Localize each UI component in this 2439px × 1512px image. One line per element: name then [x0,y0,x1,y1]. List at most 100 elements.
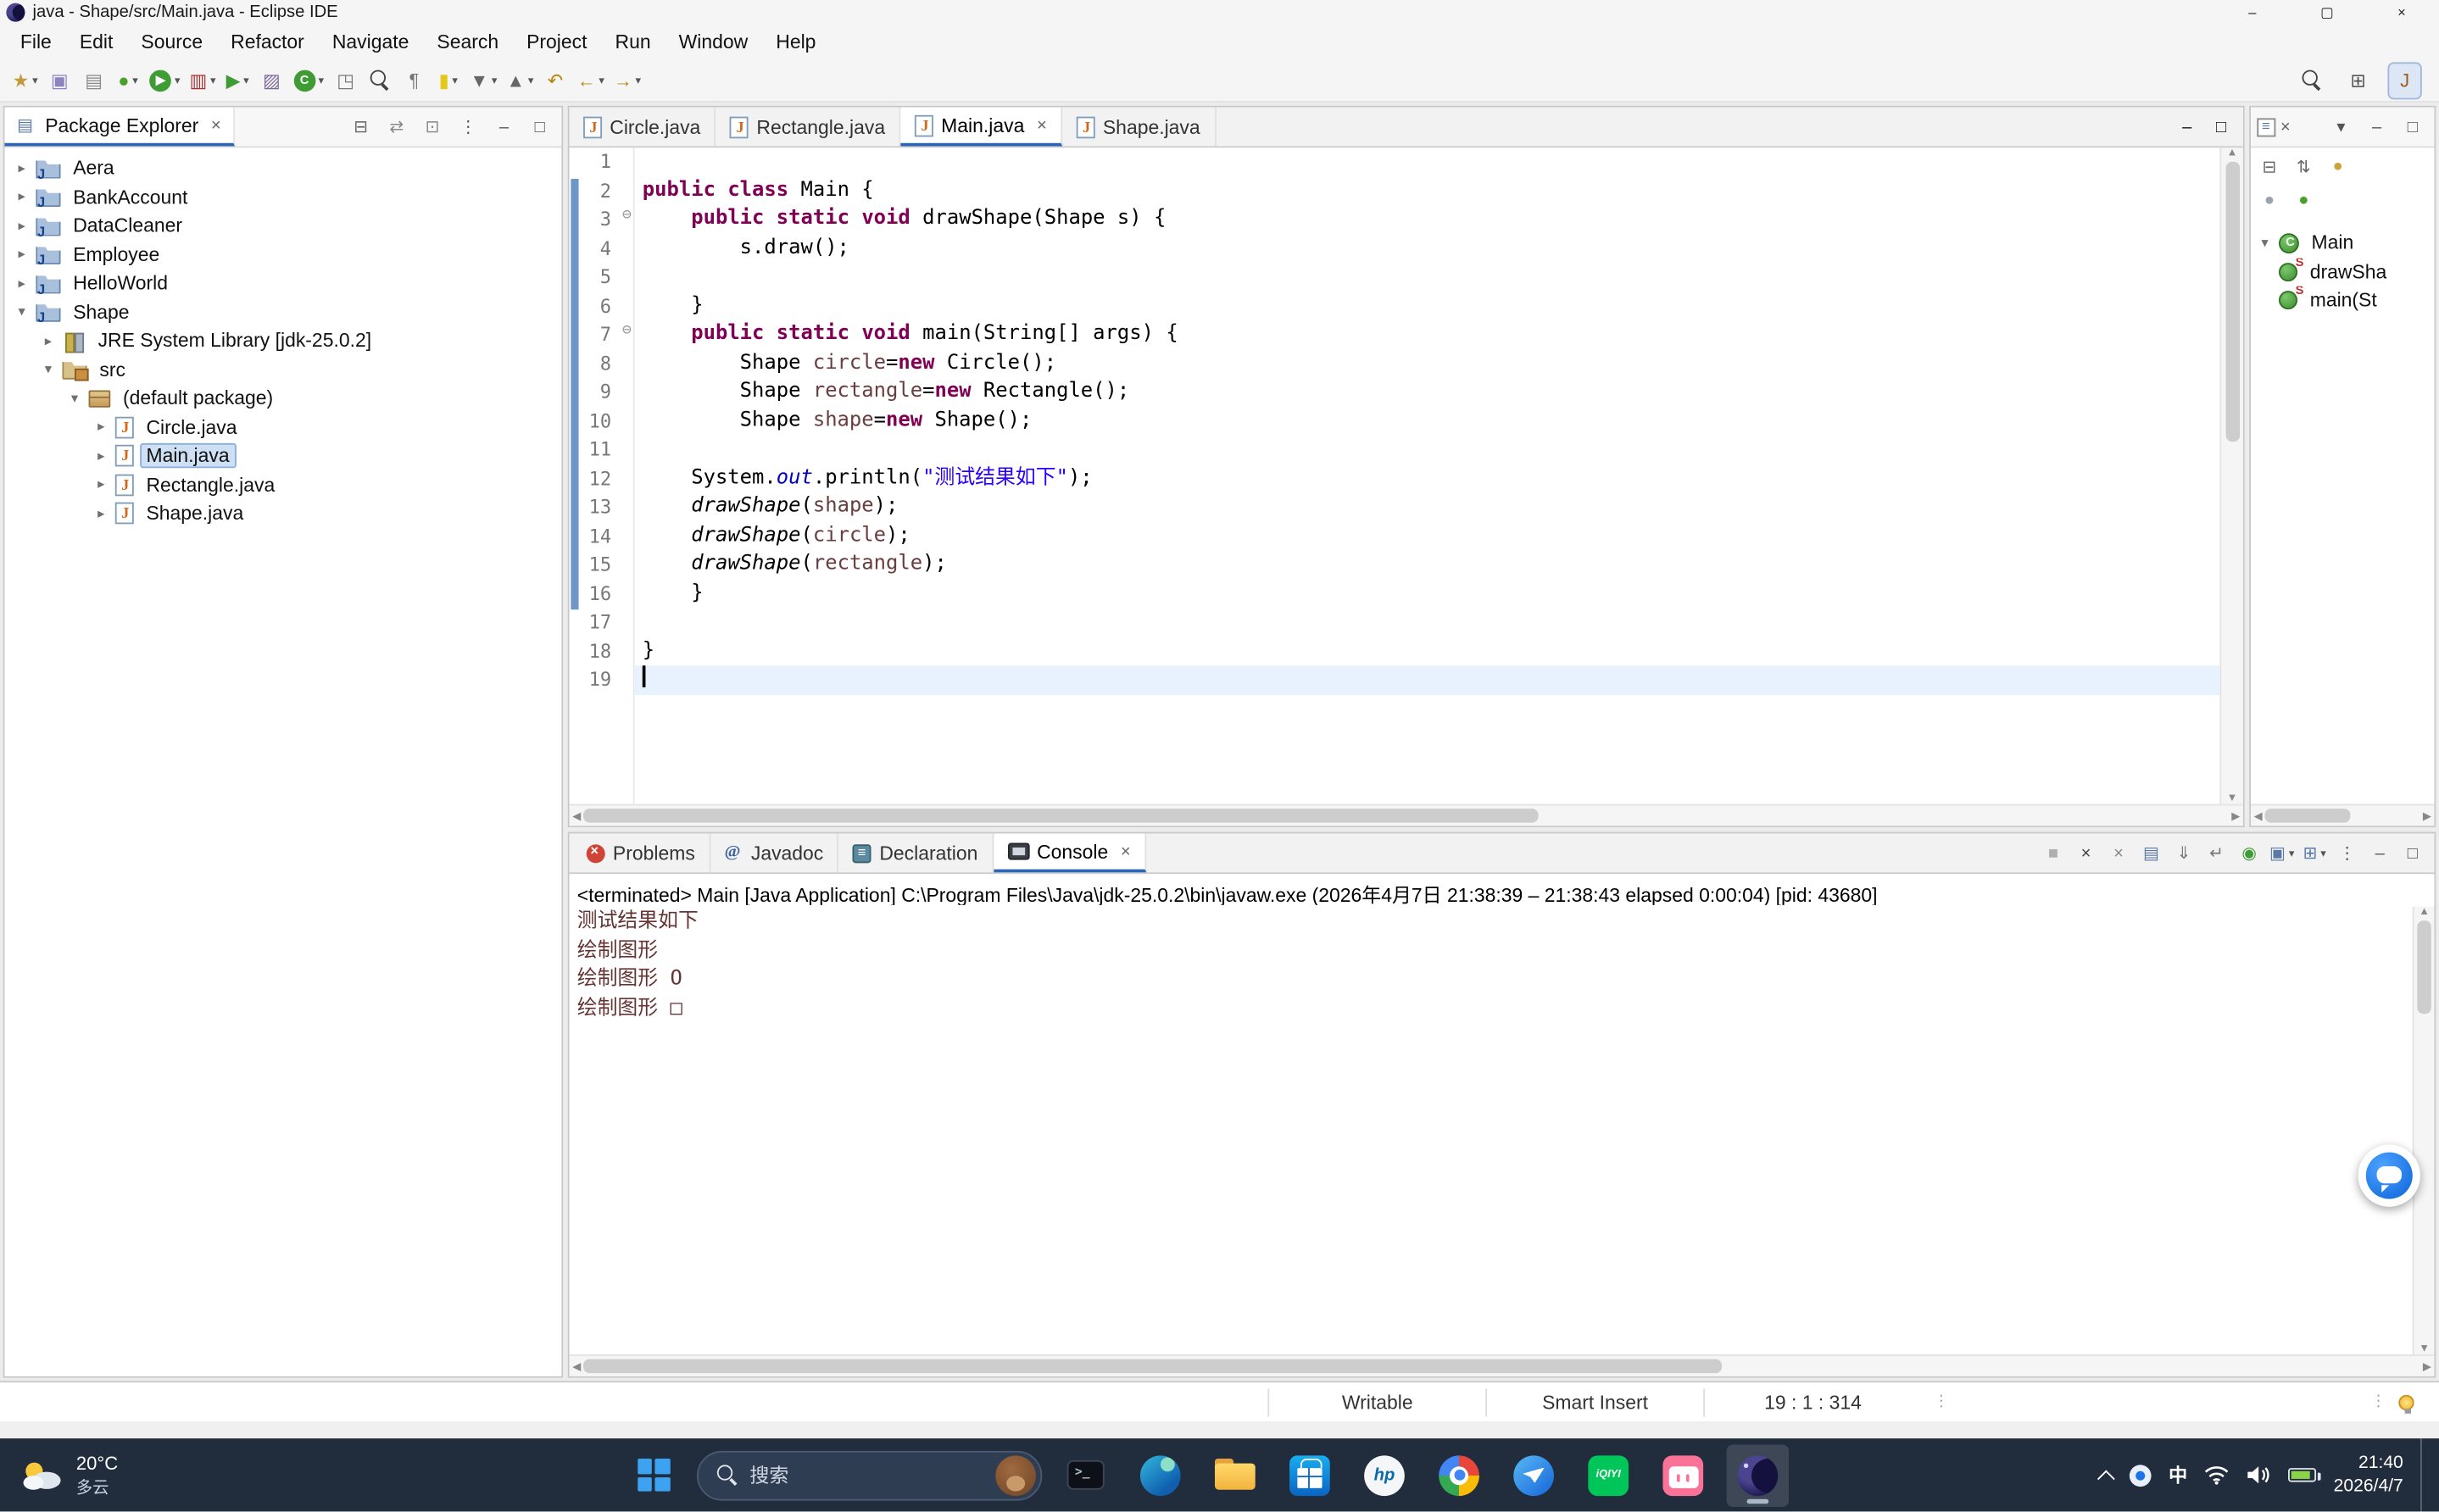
menu-help[interactable]: Help [762,28,830,56]
minimize-icon[interactable]: – [2364,837,2396,869]
code-line-1[interactable] [643,147,2220,176]
hide-non-public-icon[interactable]: ● [2288,185,2319,216]
chevron-right-icon[interactable]: ▸ [41,332,56,349]
tree-item-shape-java[interactable]: ▸Shape.java [5,499,562,528]
view-menu-icon[interactable]: ⋮ [453,111,484,142]
pin-console-icon[interactable]: ◉ [2234,837,2265,869]
tree-item-default-package[interactable]: ▾(default package) [5,384,562,413]
menu-edit[interactable]: Edit [65,28,127,56]
menu-run[interactable]: Run [601,28,665,56]
tab-console[interactable]: Console× [994,833,1146,872]
search-highlight-image[interactable] [995,1455,1036,1496]
window-maximize-button[interactable]: ▢ [2290,0,2364,25]
code-line-10[interactable]: Shape shape=new Shape(); [643,407,2220,436]
chevron-right-icon[interactable]: ▸ [14,160,30,177]
chevron-right-icon[interactable]: ▸ [14,217,30,234]
fold-marker-icon[interactable]: ⊖ [622,324,632,339]
console-vertical-scrollbar[interactable]: ▲ ▼ [2413,907,2435,1354]
scrollbar-thumb[interactable] [584,809,1538,823]
hide-static-members-icon[interactable]: ● [2254,185,2286,216]
package-explorer-tab[interactable]: ▤ Package Explorer × [5,108,236,147]
show-whitespace-icon[interactable]: ¶ [398,63,430,97]
tray-app-icon[interactable] [2130,1465,2152,1487]
line-number[interactable]: 7⊖ [570,320,633,349]
debug-dropdown-icon[interactable]: ▾ [132,74,137,86]
menu-project[interactable]: Project [513,28,601,56]
code-line-7[interactable]: public static void main(String[] args) { [643,320,2220,349]
start-button[interactable] [622,1444,684,1506]
open-console-dropdown-icon[interactable]: ▾ [2320,847,2325,859]
code-line-9[interactable]: Shape rectangle=new Rectangle(); [643,378,2220,407]
search-input[interactable] [749,1465,983,1487]
wifi-icon[interactable] [2204,1465,2229,1486]
line-number[interactable]: 12 [570,464,633,493]
scroll-left-icon[interactable]: ◀ [2254,809,2263,822]
coverage-icon[interactable]: ▥▾ [187,63,219,97]
back-dropdown-icon[interactable]: ▾ [599,74,604,86]
floating-chat-button[interactable] [2358,1144,2420,1206]
menu-refactor[interactable]: Refactor [217,28,319,56]
maximize-icon[interactable]: □ [524,111,555,142]
line-number[interactable]: 10 [570,407,633,436]
code-line-4[interactable]: s.draw(); [643,234,2220,263]
chevron-down-icon[interactable]: ▾ [41,361,56,378]
new-wizard-icon[interactable]: ★▾ [9,63,41,97]
code-line-2[interactable]: public class Main { [643,176,2220,205]
line-number[interactable]: 1 [570,147,633,176]
menu-window[interactable]: Window [665,28,762,56]
editor-minimize-icon[interactable]: – [2171,111,2202,142]
view-menu-icon[interactable]: ⋮ [2331,837,2363,869]
scrollbar-thumb[interactable] [2265,809,2350,823]
chevron-down-icon[interactable]: ▾ [14,303,30,320]
chevron-down-icon[interactable]: ▾ [67,390,82,407]
code-line-5[interactable] [643,263,2220,292]
maximize-icon[interactable]: □ [2397,111,2428,142]
scroll-right-icon[interactable]: ▶ [2423,1360,2431,1373]
code-line-3[interactable]: public static void drawShape(Shape s) { [643,205,2220,234]
print-icon[interactable]: ▤ [78,63,109,97]
code-line-12[interactable]: System.out.println("测试结果如下"); [643,464,2220,493]
line-number[interactable]: 8 [570,349,633,378]
line-number[interactable]: 3⊖ [570,205,633,234]
chevron-right-icon[interactable]: ▸ [93,476,109,493]
open-perspective-icon[interactable]: ⊞ [2342,63,2374,97]
prev-annotation-icon[interactable]: ▲▾ [504,63,537,97]
console-output[interactable]: 测试结果如下绘制图形绘制图形 O绘制图形 □ [570,905,2435,1354]
tree-item-aera[interactable]: ▸Aera [5,154,562,183]
code-line-11[interactable] [643,436,2220,464]
editor-maximize-icon[interactable]: □ [2206,111,2237,142]
outline-item-main-st[interactable]: main(St [2251,286,2435,315]
tree-item-bankaccount[interactable]: ▸BankAccount [5,183,562,212]
line-number[interactable]: 19 [570,665,633,694]
minimize-icon[interactable]: – [2361,111,2392,142]
tab-circle-java[interactable]: Circle.java [570,108,716,147]
line-number-ruler[interactable]: 123⊖4567⊖8910111213141516171819 [570,147,635,803]
outline-horizontal-scrollbar[interactable]: ◀ ▶ [2251,804,2435,826]
close-icon[interactable]: × [1037,116,1047,135]
tab-main-java[interactable]: Main.java× [900,108,1062,147]
tray-overflow-chevron-icon[interactable] [2097,1470,2115,1487]
new-class-icon[interactable]: C▾ [290,63,326,97]
scrollbar-thumb[interactable] [2225,162,2240,442]
console-horizontal-scrollbar[interactable]: ◀ ▶ [570,1354,2435,1376]
chevron-right-icon[interactable]: ▸ [14,188,30,205]
scroll-right-icon[interactable]: ▶ [2231,809,2240,822]
menu-search[interactable]: Search [423,28,513,56]
taskbar-eclipse-icon[interactable] [1727,1444,1789,1506]
coverage-dropdown-icon[interactable]: ▾ [210,74,215,86]
taskbar-browser-icon[interactable] [1428,1444,1490,1506]
tab-rectangle-java[interactable]: Rectangle.java [716,108,901,147]
open-type-icon[interactable]: ◳ [330,63,361,97]
line-number[interactable]: 11 [570,436,633,464]
terminate-icon[interactable]: ■ [2038,837,2069,869]
close-icon[interactable]: × [211,116,221,135]
scrollbar-thumb[interactable] [2417,920,2431,1014]
ime-indicator[interactable]: 中 [2169,1462,2187,1488]
chevron-right-icon[interactable]: ▸ [93,419,109,436]
tips-lightbulb-icon[interactable] [2398,1394,2414,1409]
remove-all-launches-icon[interactable]: × [2103,837,2135,869]
external-tools-icon[interactable]: ▶▾ [222,63,253,97]
taskbar-terminal-icon[interactable] [1055,1444,1116,1506]
mark-occurrences-dropdown-icon[interactable]: ▾ [452,74,457,86]
scroll-lock-icon[interactable]: ⇓ [2169,837,2200,869]
